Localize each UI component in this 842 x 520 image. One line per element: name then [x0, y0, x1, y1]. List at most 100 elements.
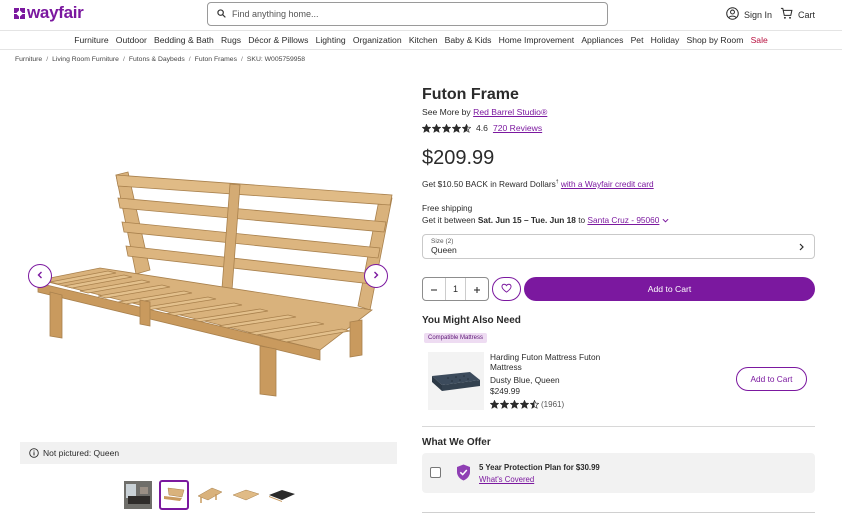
nav-item-lighting[interactable]: Lighting — [312, 35, 349, 45]
quantity-value[interactable]: 1 — [444, 278, 467, 300]
minus-icon — [430, 282, 438, 297]
star-rating — [490, 400, 539, 409]
nav-item-shop-by-room[interactable]: Shop by Room — [683, 35, 747, 45]
protection-plan-checkbox[interactable] — [430, 467, 441, 478]
product-price: $209.99 — [422, 147, 495, 169]
wayfair-logo[interactable]: wayfair — [14, 3, 84, 23]
nav-item-home-improvement[interactable]: Home Improvement — [495, 35, 578, 45]
credit-card-link[interactable]: with a Wayfair credit card — [561, 179, 654, 189]
see-more-line: See More by Red Barrel Studio® — [422, 107, 547, 117]
nav-item-pet[interactable]: Pet — [627, 35, 647, 45]
nav-item-rugs[interactable]: Rugs — [217, 35, 244, 45]
search-input[interactable] — [232, 9, 582, 19]
compatible-badge: Compatible Mattress — [424, 333, 488, 343]
size-label: Size (2) — [431, 238, 454, 245]
chevron-right-icon — [372, 271, 380, 281]
nav-item-decor-pillows[interactable]: Décor & Pillows — [245, 35, 312, 45]
reward-line: Get $10.50 BACK in Reward Dollars† with … — [422, 179, 654, 189]
quantity-stepper: 1 — [422, 277, 489, 301]
add-to-cart-button[interactable]: Add to Cart — [524, 277, 815, 301]
nav-item-holiday[interactable]: Holiday — [647, 35, 683, 45]
thumbnail[interactable] — [195, 480, 225, 510]
thumbnail[interactable] — [123, 480, 153, 510]
increase-quantity-button[interactable] — [466, 278, 488, 300]
cart-button[interactable]: Cart — [780, 7, 815, 22]
breadcrumb-separator: / — [188, 56, 191, 63]
decrease-quantity-button[interactable] — [423, 278, 445, 300]
recommended-product-price: $249.99 — [490, 386, 520, 396]
breadcrumb-link[interactable]: Futon Frames — [195, 56, 237, 63]
next-image-button[interactable] — [364, 264, 388, 288]
chevron-right-icon — [798, 243, 805, 253]
delivery-dates: Sat. Jun 15 – Tue. Jun 18 — [477, 215, 576, 225]
protection-plan-card: 5 Year Protection Plan for $30.99 What's… — [422, 453, 815, 493]
recommendations-heading: You Might Also Need — [422, 315, 521, 326]
nav-item-appliances[interactable]: Appliances — [578, 35, 627, 45]
star-icon — [500, 400, 509, 409]
reviews-link[interactable]: 720 Reviews — [493, 123, 542, 133]
breadcrumb-link[interactable]: Living Room Furniture — [52, 56, 119, 63]
star-icon — [520, 400, 529, 409]
nav-item-baby-kids[interactable]: Baby & Kids — [441, 35, 495, 45]
whats-covered-link[interactable]: What's Covered — [479, 475, 534, 484]
search-bar[interactable] — [207, 2, 608, 26]
size-selector[interactable]: Size (2) Queen — [422, 234, 815, 259]
brand-link[interactable]: Red Barrel Studio® — [473, 107, 547, 117]
offer-heading: What We Offer — [422, 437, 491, 448]
thumbnail-strip — [123, 480, 297, 510]
thumbnail[interactable] — [267, 480, 297, 510]
recommended-product-rating: (1961) — [490, 400, 564, 409]
cart-label: Cart — [798, 9, 816, 20]
previous-image-button[interactable] — [28, 264, 52, 288]
favorite-button[interactable] — [492, 277, 521, 301]
breadcrumb: Furniture / Living Room Furniture / Futo… — [15, 56, 305, 63]
nav-item-sale[interactable]: Sale — [747, 35, 771, 45]
product-main-image[interactable] — [20, 150, 400, 400]
nav-item-outdoor[interactable]: Outdoor — [112, 35, 150, 45]
shield-check-icon — [456, 464, 471, 483]
star-icon — [442, 123, 451, 133]
breadcrumb-separator: / — [46, 56, 49, 63]
mattress-thumbnail — [432, 372, 480, 391]
cart-icon — [780, 7, 793, 22]
star-icon — [452, 123, 461, 133]
recommended-product-variant: Dusty Blue, Queen — [490, 375, 560, 385]
delivery-to: to — [578, 215, 586, 225]
divider — [422, 426, 815, 427]
heart-icon — [501, 283, 512, 295]
delivery-prefix: Get it between — [422, 215, 476, 225]
recommended-product-name[interactable]: Harding Futon Mattress Futon Mattress — [490, 352, 620, 372]
breadcrumb-link[interactable]: Futons & Daybeds — [129, 56, 185, 63]
delivery-location-link[interactable]: Santa Cruz - 95060 — [587, 215, 659, 225]
nav-item-furniture[interactable]: Furniture — [71, 35, 113, 45]
add-recommended-to-cart-button[interactable]: Add to Cart — [736, 367, 807, 391]
size-value: Queen — [431, 245, 457, 255]
recommended-product-image[interactable] — [428, 352, 484, 410]
chevron-left-icon — [36, 271, 44, 281]
sign-in-button[interactable]: Sign In — [726, 7, 772, 22]
sign-in-label: Sign In — [744, 9, 773, 20]
futon-thumbnail — [164, 487, 185, 501]
reward-footnote-mark: † — [555, 179, 559, 186]
chevron-down-icon[interactable] — [662, 217, 669, 224]
product-title: Futon Frame — [422, 86, 519, 103]
category-nav: Furniture Outdoor Bedding & Bath Rugs Dé… — [0, 30, 842, 50]
plus-icon — [473, 282, 481, 297]
rating-value: 4.6 — [476, 123, 488, 133]
not-pictured-note: Not pictured: Queen — [20, 442, 397, 464]
shipping-text: Free shipping — [422, 203, 473, 213]
logo-text: wayfair — [27, 3, 84, 22]
nav-item-bedding-bath[interactable]: Bedding & Bath — [150, 35, 217, 45]
star-icon — [530, 400, 539, 409]
futon-angle-thumbnail — [197, 487, 223, 503]
futon-flat-thumbnail — [232, 489, 260, 501]
thumbnail[interactable] — [231, 480, 261, 510]
nav-item-organization[interactable]: Organization — [349, 35, 405, 45]
star-icon — [490, 400, 499, 409]
recommended-product-reviews: (1961) — [541, 400, 565, 409]
nav-item-kitchen[interactable]: Kitchen — [405, 35, 441, 45]
futon-frame-illustration — [37, 171, 393, 397]
thumbnail-active[interactable] — [159, 480, 189, 510]
sku-label: SKU: W005759958 — [246, 56, 306, 63]
breadcrumb-link[interactable]: Furniture — [15, 56, 42, 63]
